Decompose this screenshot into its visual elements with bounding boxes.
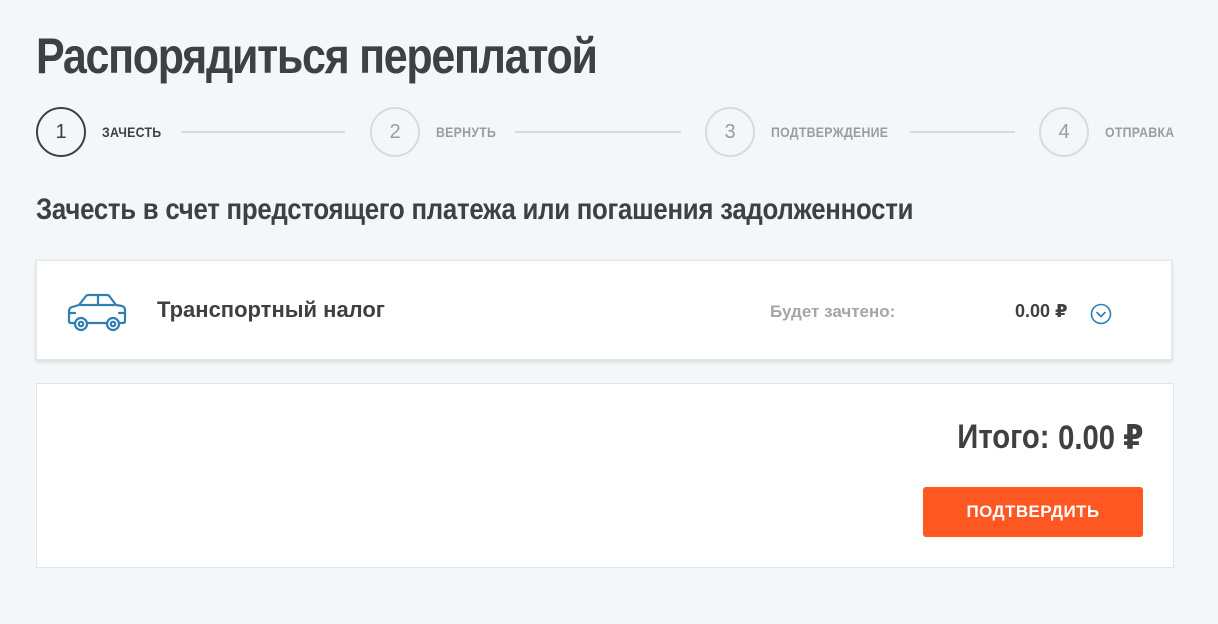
credit-label: Будет зачтено:: [770, 302, 896, 321]
step-4: 4 ОТПРАВКА: [1039, 107, 1184, 157]
step-connector-3: [910, 131, 1015, 133]
car-icon: [65, 291, 129, 335]
chevron-down-circle-icon[interactable]: [1090, 303, 1112, 325]
step-4-number: 4: [1039, 107, 1089, 157]
step-connector-1: [181, 131, 345, 133]
step-1: 1 ЗАЧЕСТЬ: [36, 107, 169, 157]
step-2: 2 ВЕРНУТЬ: [370, 107, 504, 157]
total-value: 0.00 ₽: [1057, 419, 1143, 457]
stepper: 1 ЗАЧЕСТЬ 2 ВЕРНУТЬ 3 ПОДТВЕРЖДЕНИЕ 4 ОТ…: [36, 107, 1174, 157]
step-3-label: ПОДТВЕРЖДЕНИЕ: [771, 124, 889, 140]
step-3: 3 ПОДТВЕРЖДЕНИЕ: [705, 107, 904, 157]
step-4-label: ОТПРАВКА: [1105, 124, 1175, 140]
total: Итого: 0.00 ₽: [957, 418, 1143, 458]
confirm-button[interactable]: ПОДТВЕРДИТЬ: [923, 487, 1143, 537]
step-2-label: ВЕРНУТЬ: [436, 124, 497, 140]
step-3-number: 3: [705, 107, 755, 157]
step-1-label: ЗАЧЕСТЬ: [102, 124, 162, 140]
section-title: Зачесть в счет предстоящего платежа или …: [36, 193, 914, 226]
summary-card: Итого: 0.00 ₽ ПОДТВЕРДИТЬ: [36, 383, 1174, 568]
credit-value: 0.00 ₽: [1015, 301, 1068, 321]
tax-item-card[interactable]: Транспортный налог Будет зачтено: 0.00 ₽: [36, 260, 1172, 360]
step-connector-2: [515, 131, 681, 133]
total-label: Итого:: [956, 418, 1050, 456]
step-2-number: 2: [370, 107, 420, 157]
tax-name: Транспортный налог: [157, 297, 385, 322]
page-title: Распорядиться переплатой: [36, 28, 598, 84]
step-1-number: 1: [36, 107, 86, 157]
